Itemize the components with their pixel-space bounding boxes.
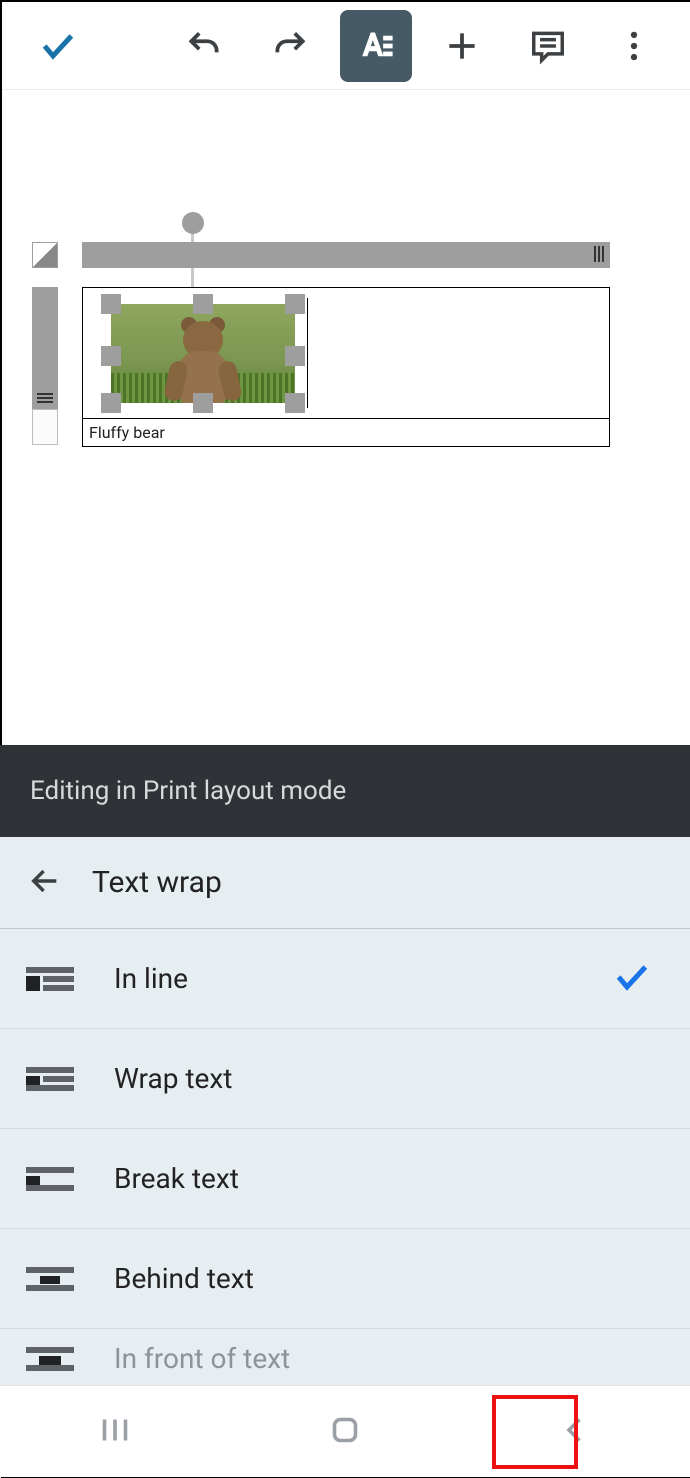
image-caption[interactable]: Fluffy bear xyxy=(83,418,609,446)
selected-check xyxy=(612,957,652,1001)
vertical-ruler[interactable] xyxy=(32,287,58,409)
comment-button[interactable] xyxy=(512,10,584,82)
resize-handle-tr[interactable] xyxy=(285,294,305,314)
recents-icon xyxy=(97,1412,133,1448)
home-icon xyxy=(327,1412,363,1448)
document-canvas[interactable]: Fluffy bear xyxy=(2,90,690,746)
document-page[interactable]: Fluffy bear xyxy=(82,287,610,447)
inline-icon xyxy=(28,967,72,991)
nav-recents-button[interactable] xyxy=(97,1412,133,1452)
overflow-menu-button[interactable] xyxy=(598,10,670,82)
selected-image[interactable] xyxy=(103,296,303,411)
wrap-option-behind[interactable]: Behind text xyxy=(0,1229,690,1329)
image-content xyxy=(111,304,295,403)
option-label: Break text xyxy=(114,1162,662,1195)
resize-handle-mr[interactable] xyxy=(285,346,305,366)
text-cursor xyxy=(307,298,308,408)
accept-button[interactable] xyxy=(22,10,94,82)
wrap-option-inline[interactable]: In line xyxy=(0,929,690,1029)
undo-icon xyxy=(185,27,223,65)
option-label: In front of text xyxy=(114,1342,662,1375)
system-navbar xyxy=(0,1385,690,1477)
resize-handle-tl[interactable] xyxy=(101,294,121,314)
wrap-option-break[interactable]: Break text xyxy=(0,1129,690,1229)
break-icon xyxy=(28,1167,72,1191)
text-format-button[interactable] xyxy=(340,10,412,82)
sheet-back-button[interactable] xyxy=(28,864,62,902)
comment-icon xyxy=(529,27,567,65)
wrap-option-infront[interactable]: In front of text xyxy=(0,1329,690,1385)
resize-handle-br[interactable] xyxy=(285,393,305,413)
text-wrap-sheet: Text wrap In line Wrap text Break text B… xyxy=(0,837,690,1385)
redo-button[interactable] xyxy=(254,10,326,82)
layout-mode-toast: Editing in Print layout mode xyxy=(0,745,690,837)
infront-icon xyxy=(28,1347,72,1371)
insert-button[interactable] xyxy=(426,10,498,82)
back-icon xyxy=(557,1412,593,1448)
undo-button[interactable] xyxy=(168,10,240,82)
behind-icon xyxy=(28,1267,72,1291)
sheet-title: Text wrap xyxy=(92,865,222,900)
sheet-header: Text wrap xyxy=(0,837,690,929)
plus-icon xyxy=(443,27,481,65)
resize-handle-bm[interactable] xyxy=(193,393,213,413)
resize-handle-ml[interactable] xyxy=(101,346,121,366)
nav-home-button[interactable] xyxy=(327,1412,363,1452)
checkmark-icon xyxy=(38,26,78,66)
ruler-corner xyxy=(32,242,58,268)
editor-toolbar xyxy=(2,2,690,90)
wrap-option-wrap[interactable]: Wrap text xyxy=(0,1029,690,1129)
more-vert-icon xyxy=(615,27,653,65)
arrow-left-icon xyxy=(28,864,62,898)
redo-icon xyxy=(271,27,309,65)
text-format-icon xyxy=(357,27,395,65)
check-icon xyxy=(612,957,652,997)
resize-handle-tm[interactable] xyxy=(193,294,213,314)
wrap-icon xyxy=(28,1067,72,1091)
indent-handle[interactable] xyxy=(182,212,204,234)
horizontal-ruler[interactable] xyxy=(82,242,610,268)
option-label: In line xyxy=(114,962,570,995)
nav-back-button[interactable] xyxy=(557,1412,593,1452)
resize-handle-bl[interactable] xyxy=(101,393,121,413)
vertical-ruler-extension xyxy=(32,409,58,445)
option-label: Behind text xyxy=(114,1262,662,1295)
toast-text: Editing in Print layout mode xyxy=(30,776,346,806)
option-label: Wrap text xyxy=(114,1062,662,1095)
